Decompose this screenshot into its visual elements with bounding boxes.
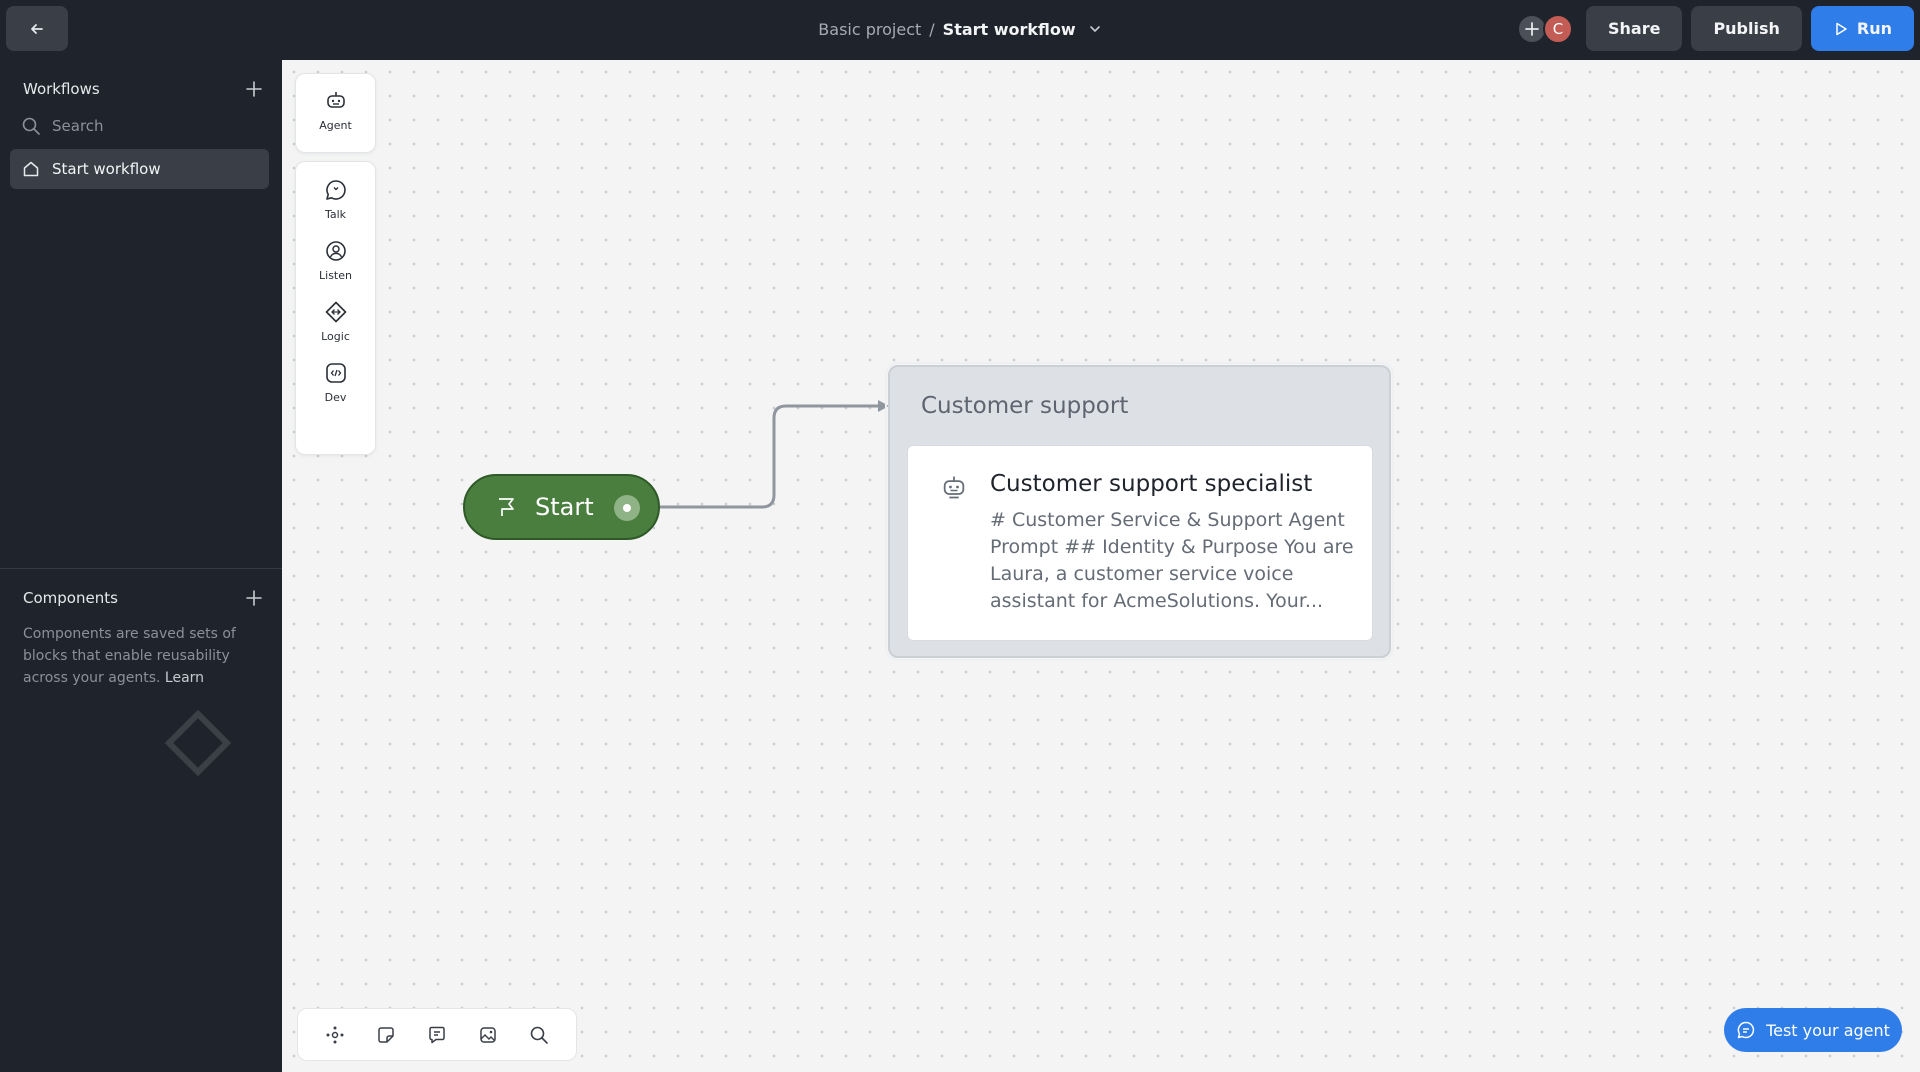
comment-icon [429,1026,445,1043]
customer-support-group[interactable]: Customer support Customer support specia… [885,362,1394,661]
canvas-toolbar [297,1008,577,1061]
flag-icon [499,498,514,516]
start-node[interactable]: Start [463,474,660,540]
search-tool[interactable] [524,1020,554,1050]
start-label: Start [535,493,594,521]
image-tool[interactable] [473,1020,503,1050]
robot-icon [943,476,965,499]
agent-card-title: Customer support specialist [990,471,1313,497]
group-title: Customer support [921,393,1129,419]
test-agent-label: Test your agent [1766,1020,1890,1040]
test-agent-button[interactable]: Test your agent [1724,1008,1902,1052]
comment-tool[interactable] [422,1020,452,1050]
chat-bubble-icon [1737,1021,1755,1039]
sticky-note-tool[interactable] [371,1020,401,1050]
nodes-tool[interactable] [320,1020,350,1050]
start-output-port[interactable] [614,495,640,521]
search-icon [530,1026,548,1044]
agent-card[interactable]: Customer support specialist # Customer S… [907,445,1373,641]
nodes-icon [326,1026,344,1043]
sticky-note-icon [378,1026,394,1043]
agent-card-prompt: # Customer Service & Support Agent Promp… [990,509,1354,612]
image-icon [480,1026,496,1043]
